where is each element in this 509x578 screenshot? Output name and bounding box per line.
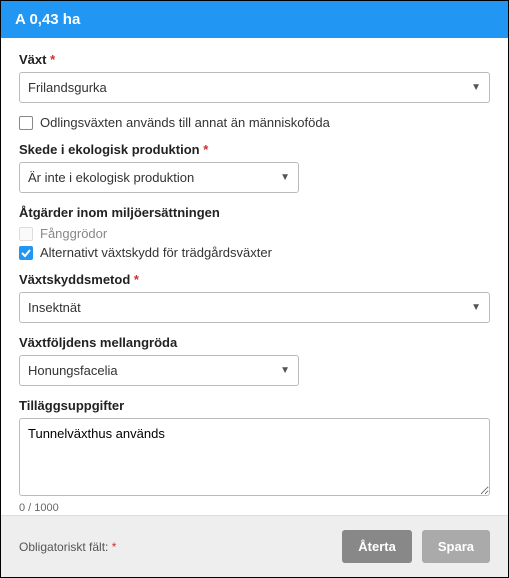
- metod-label: Växtskyddsmetod *: [19, 272, 490, 287]
- tillagg-counter: 0 / 1000: [19, 502, 490, 514]
- dialog-header: A 0,43 ha: [1, 1, 508, 38]
- mellangroda-select[interactable]: Honungsfacelia ▼: [19, 355, 299, 386]
- field-vaxt: Växt * Frilandsgurka ▼: [19, 52, 490, 103]
- caret-icon: ▼: [280, 172, 290, 183]
- atgard-checkbox-1[interactable]: [19, 246, 33, 260]
- atgard-row-1: Alternativt växtskydd för trädgårdsväxte…: [19, 245, 490, 260]
- required-mark: *: [203, 142, 208, 157]
- skede-select[interactable]: Är inte i ekologisk produktion ▼: [19, 162, 299, 193]
- vaxt-label: Växt *: [19, 52, 490, 67]
- field-tillagg: Tilläggsuppgifter Tunnelväxthus används …: [19, 398, 490, 514]
- mellangroda-value: Honungsfacelia: [28, 363, 118, 378]
- caret-icon: ▼: [471, 302, 481, 313]
- mellangroda-label: Växtföljdens mellangröda: [19, 335, 490, 350]
- save-button[interactable]: Spara: [422, 530, 490, 563]
- dialog-title: A 0,43 ha: [15, 11, 80, 28]
- field-metod: Växtskyddsmetod * Insektnät ▼: [19, 272, 490, 323]
- odling-checkbox-label: Odlingsväxten används till annat än männ…: [40, 115, 330, 130]
- atgard-label-0: Fånggrödor: [40, 226, 107, 241]
- skede-label: Skede i ekologisk produktion *: [19, 142, 490, 157]
- vaxt-select[interactable]: Frilandsgurka ▼: [19, 72, 490, 103]
- tillagg-textarea[interactable]: Tunnelväxthus används: [19, 418, 490, 496]
- odling-checkbox[interactable]: [19, 116, 33, 130]
- field-atgarder: Åtgärder inom miljöersättningen Fånggröd…: [19, 205, 490, 260]
- atgard-checkbox-0: [19, 227, 33, 241]
- dialog: A 0,43 ha Växt * Frilandsgurka ▼ Odlings…: [0, 0, 509, 578]
- dialog-footer: Obligatoriskt fält: * Återta Spara: [1, 515, 508, 577]
- odling-checkbox-row: Odlingsväxten används till annat än männ…: [19, 115, 490, 130]
- caret-icon: ▼: [471, 82, 481, 93]
- required-mark: *: [50, 52, 55, 67]
- skede-value: Är inte i ekologisk produktion: [28, 170, 194, 185]
- tillagg-label: Tilläggsuppgifter: [19, 398, 490, 413]
- vaxt-value: Frilandsgurka: [28, 80, 107, 95]
- caret-icon: ▼: [280, 365, 290, 376]
- atgard-row-0: Fånggrödor: [19, 226, 490, 241]
- required-mark: *: [112, 540, 117, 554]
- atgard-label-1: Alternativt växtskydd för trädgårdsväxte…: [40, 245, 272, 260]
- footer-required-label: Obligatoriskt fält: *: [19, 540, 116, 554]
- metod-select[interactable]: Insektnät ▼: [19, 292, 490, 323]
- atgarder-title: Åtgärder inom miljöersättningen: [19, 205, 490, 220]
- field-mellangroda: Växtföljdens mellangröda Honungsfacelia …: [19, 335, 490, 386]
- field-skede: Skede i ekologisk produktion * Är inte i…: [19, 142, 490, 193]
- footer-buttons: Återta Spara: [342, 530, 490, 563]
- required-mark: *: [134, 272, 139, 287]
- dialog-content: Växt * Frilandsgurka ▼ Odlingsväxten anv…: [1, 38, 508, 515]
- metod-value: Insektnät: [28, 300, 81, 315]
- revert-button[interactable]: Återta: [342, 530, 412, 563]
